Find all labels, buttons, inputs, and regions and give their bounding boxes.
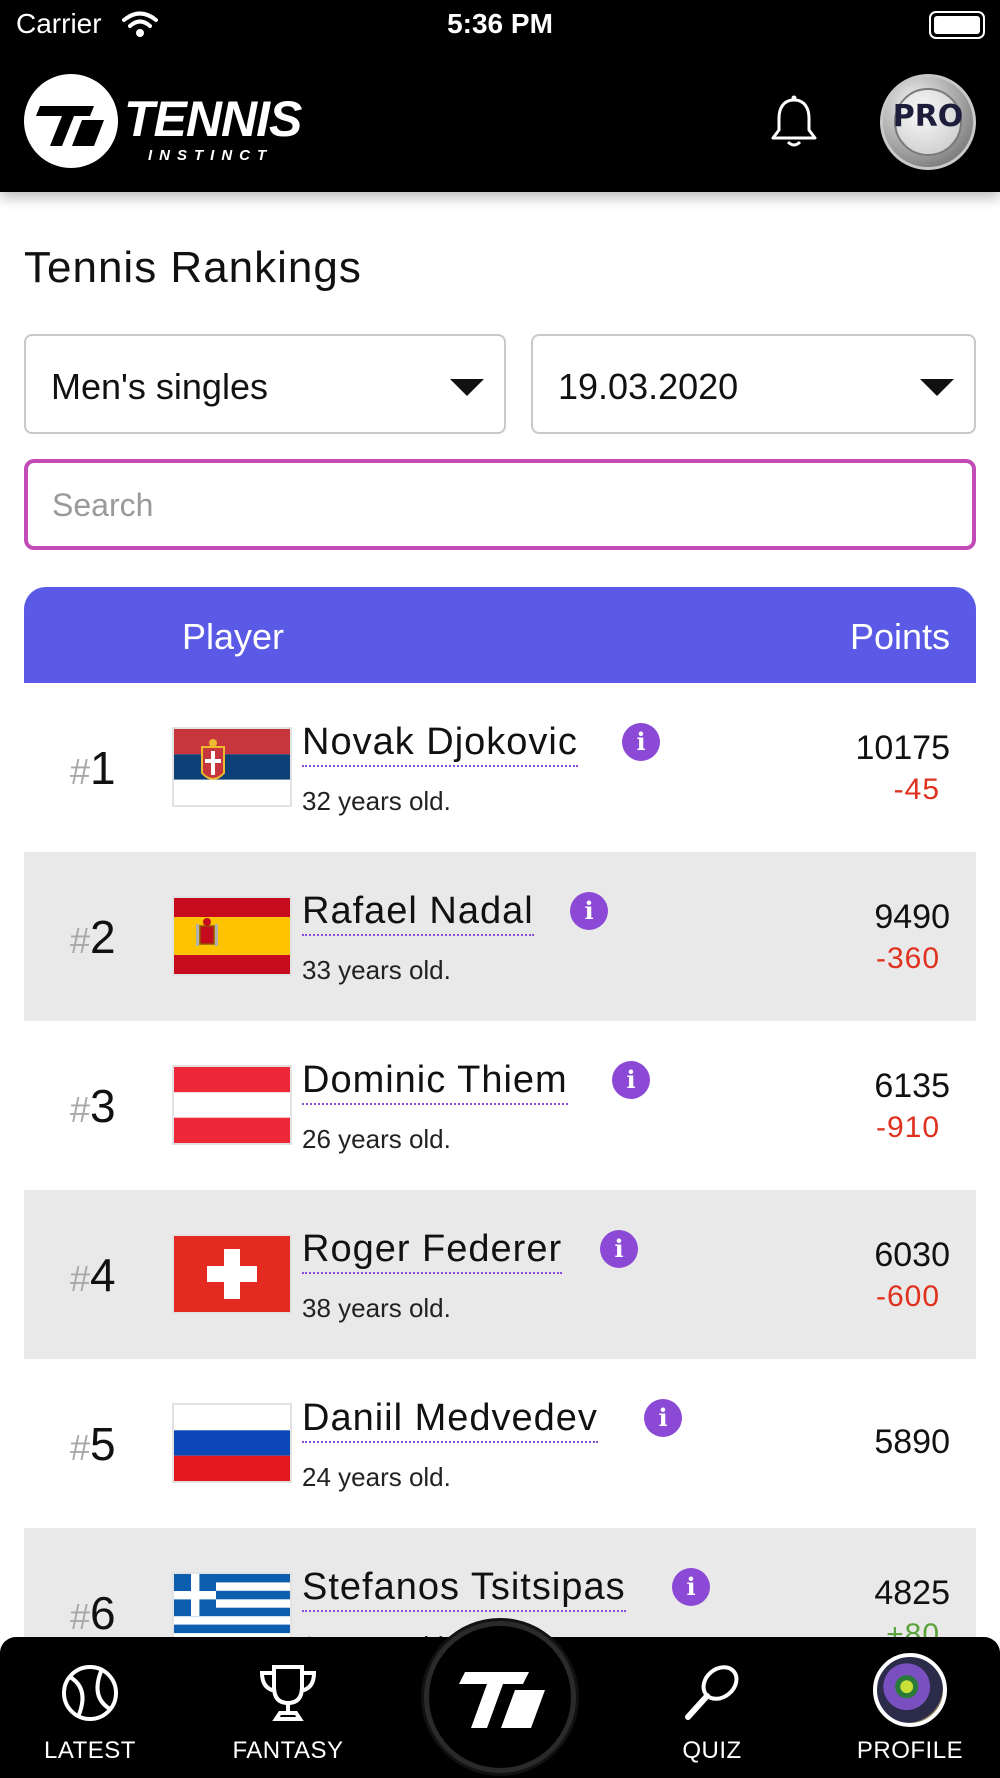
points-change: -45 — [893, 773, 940, 806]
battery-icon — [929, 11, 985, 39]
player-name-link[interactable]: Daniil Medvedev — [302, 1399, 598, 1443]
info-icon[interactable]: i — [570, 892, 608, 930]
player-name-link[interactable]: Novak Djokovic — [302, 723, 578, 767]
player-points: 6030 — [874, 1236, 950, 1274]
table-row[interactable]: #1 Novak Djokovic i 32 years old. 10175 … — [24, 683, 976, 852]
category-value: Men's singles — [51, 366, 268, 407]
table-row[interactable]: #4 Roger Federer i 38 years old. 6030 -6… — [24, 1190, 976, 1359]
tab-fantasy-label: FANTASY — [232, 1737, 344, 1764]
rankings-table-header: Player Points — [24, 587, 976, 683]
date-value: 19.03.2020 — [558, 366, 739, 407]
bell-icon[interactable] — [768, 94, 820, 150]
tab-latest-label: LATEST — [44, 1737, 136, 1764]
player-name-link[interactable]: Rafael Nadal — [302, 892, 534, 936]
pro-badge[interactable]: PRO — [880, 74, 976, 170]
rank: #5 — [70, 1418, 116, 1470]
logo-text: TENNIS — [124, 91, 302, 147]
date-dropdown[interactable]: 19.03.2020 — [531, 334, 976, 434]
tennis-ball-icon — [62, 1665, 118, 1721]
logo-icon — [459, 1672, 545, 1728]
player-points: 6135 — [874, 1067, 950, 1105]
pro-badge-label: PRO — [892, 99, 964, 134]
info-icon[interactable]: i — [600, 1230, 638, 1268]
serbia-flag-icon — [172, 727, 292, 807]
home-logo-button[interactable] — [424, 1621, 576, 1773]
column-header-player: Player — [182, 616, 285, 657]
search-input[interactable] — [52, 483, 932, 527]
avatar — [873, 1653, 947, 1727]
clock: 5:36 PM — [447, 8, 553, 39]
player-age: 38 years old. — [302, 1293, 451, 1323]
player-age: 33 years old. — [302, 955, 451, 985]
austria-flag-icon — [172, 1065, 292, 1145]
tab-quiz[interactable]: QUIZ — [632, 1637, 792, 1778]
points-change: -360 — [875, 942, 940, 975]
russia-flag-icon — [172, 1403, 292, 1483]
player-points: 10175 — [855, 729, 950, 767]
rankings-list: #1 Novak Djokovic i 32 years old. 10175 … — [24, 683, 976, 1697]
info-icon[interactable]: i — [644, 1399, 682, 1437]
rank: #1 — [70, 742, 116, 794]
logo-mark[interactable] — [24, 74, 118, 168]
player-name-link[interactable]: Stefanos Tsitsipas — [302, 1568, 626, 1612]
info-icon[interactable]: i — [672, 1568, 710, 1606]
info-icon[interactable]: i — [612, 1061, 650, 1099]
player-points: 9490 — [874, 898, 950, 936]
page-title: Tennis Rankings — [24, 243, 362, 292]
racket-icon — [685, 1665, 739, 1720]
caret-down-icon — [450, 379, 484, 396]
player-points: 4825 — [874, 1574, 950, 1612]
rank: #2 — [70, 911, 116, 963]
player-points: 5890 — [874, 1423, 950, 1461]
trophy-icon — [259, 1665, 317, 1721]
rank: #6 — [70, 1587, 116, 1639]
spain-flag-icon — [172, 896, 292, 976]
player-name-link[interactable]: Roger Federer — [302, 1230, 563, 1274]
table-row[interactable]: #3 Dominic Thiem i 26 years old. 6135 -9… — [24, 1021, 976, 1190]
rank: #4 — [70, 1249, 116, 1301]
info-icon[interactable]: i — [622, 723, 660, 761]
rank: #3 — [70, 1080, 116, 1132]
tab-latest[interactable]: LATEST — [10, 1637, 170, 1778]
logo-subtext: INSTINCT — [148, 147, 274, 164]
table-row[interactable]: #5 Daniil Medvedev i 24 years old. 5890 — [24, 1359, 976, 1528]
player-age: 26 years old. — [302, 1124, 451, 1154]
player-age: 32 years old. — [302, 786, 451, 816]
app-header: TENNIS INSTINCT PRO — [0, 50, 1000, 192]
tab-quiz-label: QUIZ — [682, 1737, 742, 1764]
points-change: -910 — [875, 1111, 940, 1144]
tab-profile[interactable]: PROFILE — [830, 1637, 990, 1778]
switzerland-flag-icon — [172, 1234, 292, 1314]
table-row[interactable]: #2 Rafael Nadal i 33 years old. 9490 -36… — [24, 852, 976, 1021]
caret-down-icon — [920, 379, 954, 396]
tab-fantasy[interactable]: FANTASY — [208, 1637, 368, 1778]
status-bar: Carrier 5:36 PM — [0, 0, 1000, 50]
category-dropdown[interactable]: Men's singles — [24, 334, 506, 434]
player-name-link[interactable]: Dominic Thiem — [302, 1061, 568, 1105]
column-header-points: Points — [849, 616, 950, 657]
app-screen: Carrier 5:36 PM TENNIS INSTINCT PRO Tenn… — [0, 0, 1000, 1778]
player-age: 24 years old. — [302, 1462, 451, 1492]
logo-icon — [36, 106, 104, 146]
search-field[interactable] — [24, 459, 976, 550]
tab-profile-label: PROFILE — [856, 1737, 964, 1764]
points-change: -600 — [875, 1280, 940, 1313]
